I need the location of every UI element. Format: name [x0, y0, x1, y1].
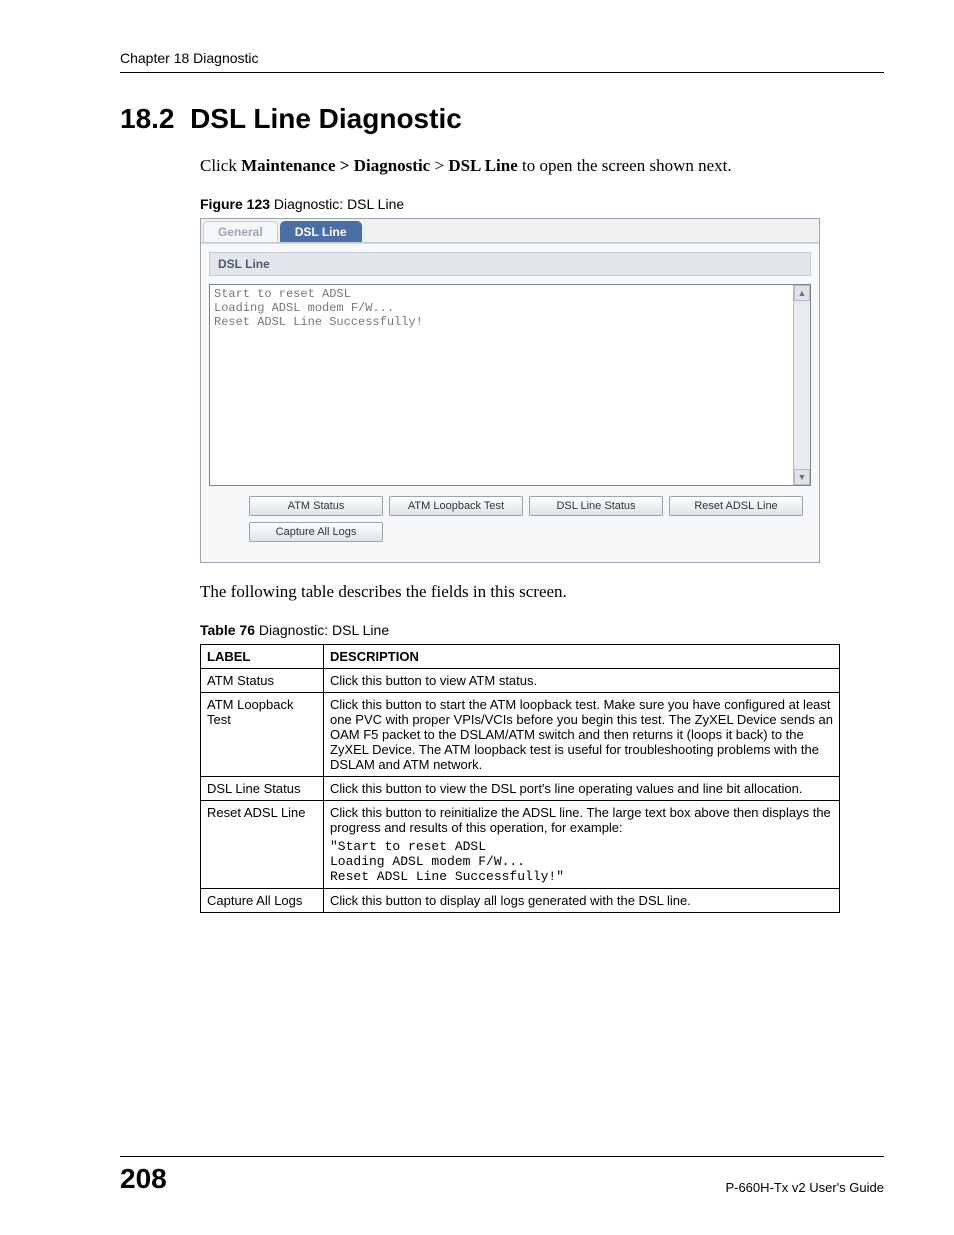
page-number: 208	[120, 1163, 167, 1195]
atm-loopback-button[interactable]: ATM Loopback Test	[389, 496, 523, 516]
log-textarea[interactable]: Start to reset ADSL Loading ADSL modem F…	[209, 284, 811, 486]
section-number: 18.2	[120, 103, 175, 134]
table-caption: Table 76 Diagnostic: DSL Line	[200, 622, 884, 638]
footer-rule	[120, 1156, 884, 1157]
figure-caption: Figure 123 Diagnostic: DSL Line	[200, 196, 884, 212]
intro-paragraph: Click Maintenance > Diagnostic > DSL Lin…	[200, 155, 884, 178]
table-row: ATM Loopback Test Click this button to s…	[201, 692, 840, 776]
page-footer: 208 P-660H-Tx v2 User's Guide	[70, 1156, 884, 1195]
intro-bold1: Maintenance > Diagnostic	[241, 156, 430, 175]
cell-desc: Click this button to view ATM status.	[324, 668, 840, 692]
cell-label: Reset ADSL Line	[201, 800, 324, 888]
table-row: DSL Line Status Click this button to vie…	[201, 776, 840, 800]
intro-bold2: DSL Line	[448, 156, 517, 175]
cell-desc: Click this button to view the DSL port's…	[324, 776, 840, 800]
tab-strip: General DSL Line	[201, 219, 819, 243]
tab-dsl-line[interactable]: DSL Line	[280, 221, 362, 242]
figure-screenshot: General DSL Line DSL Line Start to reset…	[200, 218, 820, 563]
scroll-down-icon[interactable]: ▼	[794, 469, 810, 485]
panel-title: DSL Line	[209, 252, 811, 276]
log-content: Start to reset ADSL Loading ADSL modem F…	[210, 285, 793, 485]
figure-caption-text: Diagnostic: DSL Line	[270, 196, 404, 212]
atm-status-button[interactable]: ATM Status	[249, 496, 383, 516]
dsl-line-status-button[interactable]: DSL Line Status	[529, 496, 663, 516]
dsl-panel: DSL Line Start to reset ADSL Loading ADS…	[201, 243, 819, 562]
intro-post: to open the screen shown next.	[518, 156, 732, 175]
cell-desc-text: Click this button to reinitialize the AD…	[330, 805, 831, 835]
button-row-2: Capture All Logs	[249, 522, 811, 542]
cell-label: Capture All Logs	[201, 888, 324, 912]
table-row: Reset ADSL Line Click this button to rei…	[201, 800, 840, 888]
cell-desc: Click this button to start the ATM loopb…	[324, 692, 840, 776]
description-table: LABEL DESCRIPTION ATM Status Click this …	[200, 644, 840, 913]
table-row: ATM Status Click this button to view ATM…	[201, 668, 840, 692]
after-figure-text: The following table describes the fields…	[200, 581, 884, 604]
cell-desc-mono: "Start to reset ADSL Loading ADSL modem …	[330, 839, 833, 884]
cell-desc: Click this button to reinitialize the AD…	[324, 800, 840, 888]
cell-label: DSL Line Status	[201, 776, 324, 800]
reset-adsl-button[interactable]: Reset ADSL Line	[669, 496, 803, 516]
figure-label: Figure 123	[200, 196, 270, 212]
th-description: DESCRIPTION	[324, 644, 840, 668]
guide-name: P-660H-Tx v2 User's Guide	[725, 1180, 884, 1195]
page: Chapter 18 Diagnostic 18.2 DSL Line Diag…	[0, 0, 954, 1235]
table-label: Table 76	[200, 622, 255, 638]
intro-mid: >	[430, 156, 448, 175]
table-caption-text: Diagnostic: DSL Line	[255, 622, 389, 638]
tab-general[interactable]: General	[203, 221, 278, 242]
section-heading: 18.2 DSL Line Diagnostic	[120, 103, 884, 135]
scrollbar[interactable]: ▲ ▼	[793, 285, 811, 485]
cell-label: ATM Loopback Test	[201, 692, 324, 776]
button-row-1: ATM Status ATM Loopback Test DSL Line St…	[249, 496, 811, 516]
chapter-header: Chapter 18 Diagnostic	[120, 50, 884, 66]
capture-logs-button[interactable]: Capture All Logs	[249, 522, 383, 542]
cell-desc: Click this button to display all logs ge…	[324, 888, 840, 912]
header-rule	[120, 72, 884, 73]
section-title: DSL Line Diagnostic	[190, 103, 462, 134]
table-row: Capture All Logs Click this button to di…	[201, 888, 840, 912]
th-label: LABEL	[201, 644, 324, 668]
intro-pre: Click	[200, 156, 241, 175]
cell-label: ATM Status	[201, 668, 324, 692]
table-header-row: LABEL DESCRIPTION	[201, 644, 840, 668]
scroll-track[interactable]	[794, 301, 810, 469]
scroll-up-icon[interactable]: ▲	[794, 285, 810, 301]
